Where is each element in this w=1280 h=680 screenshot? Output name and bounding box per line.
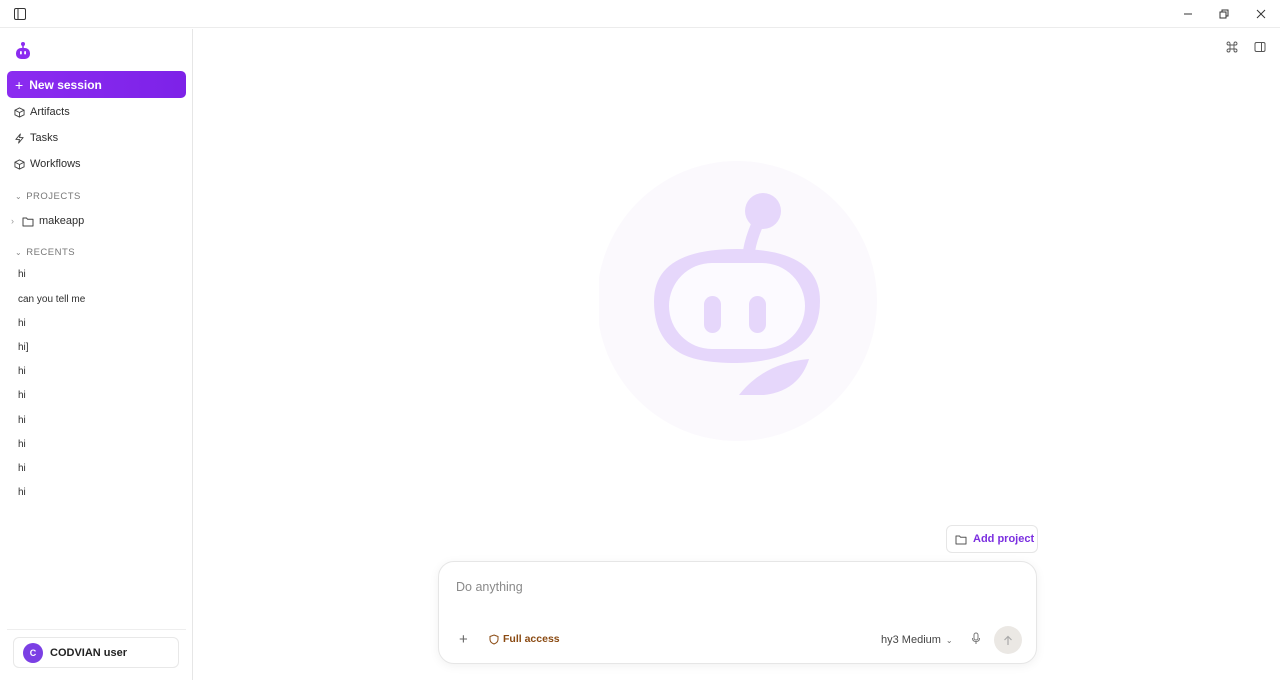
new-session-label: New session	[29, 77, 102, 92]
user-profile-button[interactable]: C CODVIAN user	[13, 637, 179, 668]
prompt-input[interactable]	[456, 580, 956, 594]
sidebar-toggle-icon[interactable]	[2, 0, 38, 28]
nav-label: Artifacts	[30, 106, 70, 118]
title-bar	[0, 0, 1280, 28]
projects-heading[interactable]: ⌄ PROJECTS	[15, 189, 81, 203]
recent-item[interactable]: can you tell me	[18, 293, 85, 307]
chevron-down-icon: ⌄	[945, 635, 953, 645]
arrow-up-icon	[1004, 635, 1012, 645]
chevron-down-icon: ⌄	[15, 191, 23, 201]
cube-icon	[14, 106, 25, 118]
recents-heading[interactable]: ⌄ RECENTS	[15, 245, 75, 259]
robot-mascot-icon	[597, 151, 879, 451]
composer: + Full access hy3 Medium ⌄	[438, 561, 1037, 664]
sidebar: + New session Artifacts Tasks Workflows …	[0, 29, 193, 680]
access-label: Full access	[503, 633, 560, 645]
recent-item[interactable]: hi	[18, 438, 26, 452]
project-label: makeapp	[39, 215, 85, 227]
recent-item[interactable]: hi	[18, 462, 26, 476]
side-panel-icon[interactable]	[1252, 39, 1268, 55]
nav-item-tasks[interactable]: Tasks	[14, 128, 58, 148]
folder-icon	[955, 535, 967, 544]
shield-icon	[489, 633, 499, 645]
nav-item-artifacts[interactable]: Artifacts	[14, 102, 70, 122]
recent-item[interactable]: hi]	[18, 341, 29, 355]
command-icon[interactable]	[1224, 39, 1240, 55]
main-area: Add project + Full access hy3 Medium ⌄	[194, 29, 1280, 680]
recent-item[interactable]: hi	[18, 268, 26, 282]
restore-icon[interactable]	[1206, 0, 1242, 28]
chevron-right-icon[interactable]: ›	[11, 216, 14, 226]
access-mode-button[interactable]: Full access	[489, 633, 560, 645]
minimize-icon[interactable]	[1170, 0, 1206, 28]
close-icon[interactable]	[1243, 0, 1279, 28]
chevron-down-icon: ⌄	[15, 247, 23, 257]
recent-item[interactable]: hi	[18, 317, 26, 331]
nav-item-workflows[interactable]: Workflows	[14, 154, 81, 174]
recent-item[interactable]: hi	[18, 389, 26, 403]
lightning-icon	[15, 132, 24, 144]
folder-icon	[22, 217, 34, 226]
model-label: hy3 Medium	[881, 634, 941, 646]
app-logo-icon	[13, 41, 33, 61]
avatar: C	[23, 642, 43, 663]
add-project-label: Add project	[973, 533, 1035, 545]
plus-icon: +	[15, 76, 24, 93]
cube-icon	[14, 158, 25, 170]
user-name: CODVIAN user	[50, 646, 128, 659]
recent-item[interactable]: hi	[18, 365, 26, 379]
model-select[interactable]: hy3 Medium ⌄	[881, 634, 953, 646]
nav-label: Workflows	[30, 158, 81, 170]
nav-label: Tasks	[30, 132, 59, 144]
sidebar-divider	[7, 629, 186, 630]
recent-item[interactable]: hi	[18, 486, 26, 500]
add-project-button[interactable]: Add project	[946, 525, 1038, 553]
new-session-button[interactable]: + New session	[7, 71, 186, 98]
send-button[interactable]	[994, 626, 1022, 654]
project-item-makeapp[interactable]: › makeapp	[11, 212, 84, 230]
recent-item[interactable]: hi	[18, 414, 26, 428]
microphone-icon[interactable]	[971, 632, 981, 650]
attach-plus-icon[interactable]: +	[459, 632, 468, 647]
